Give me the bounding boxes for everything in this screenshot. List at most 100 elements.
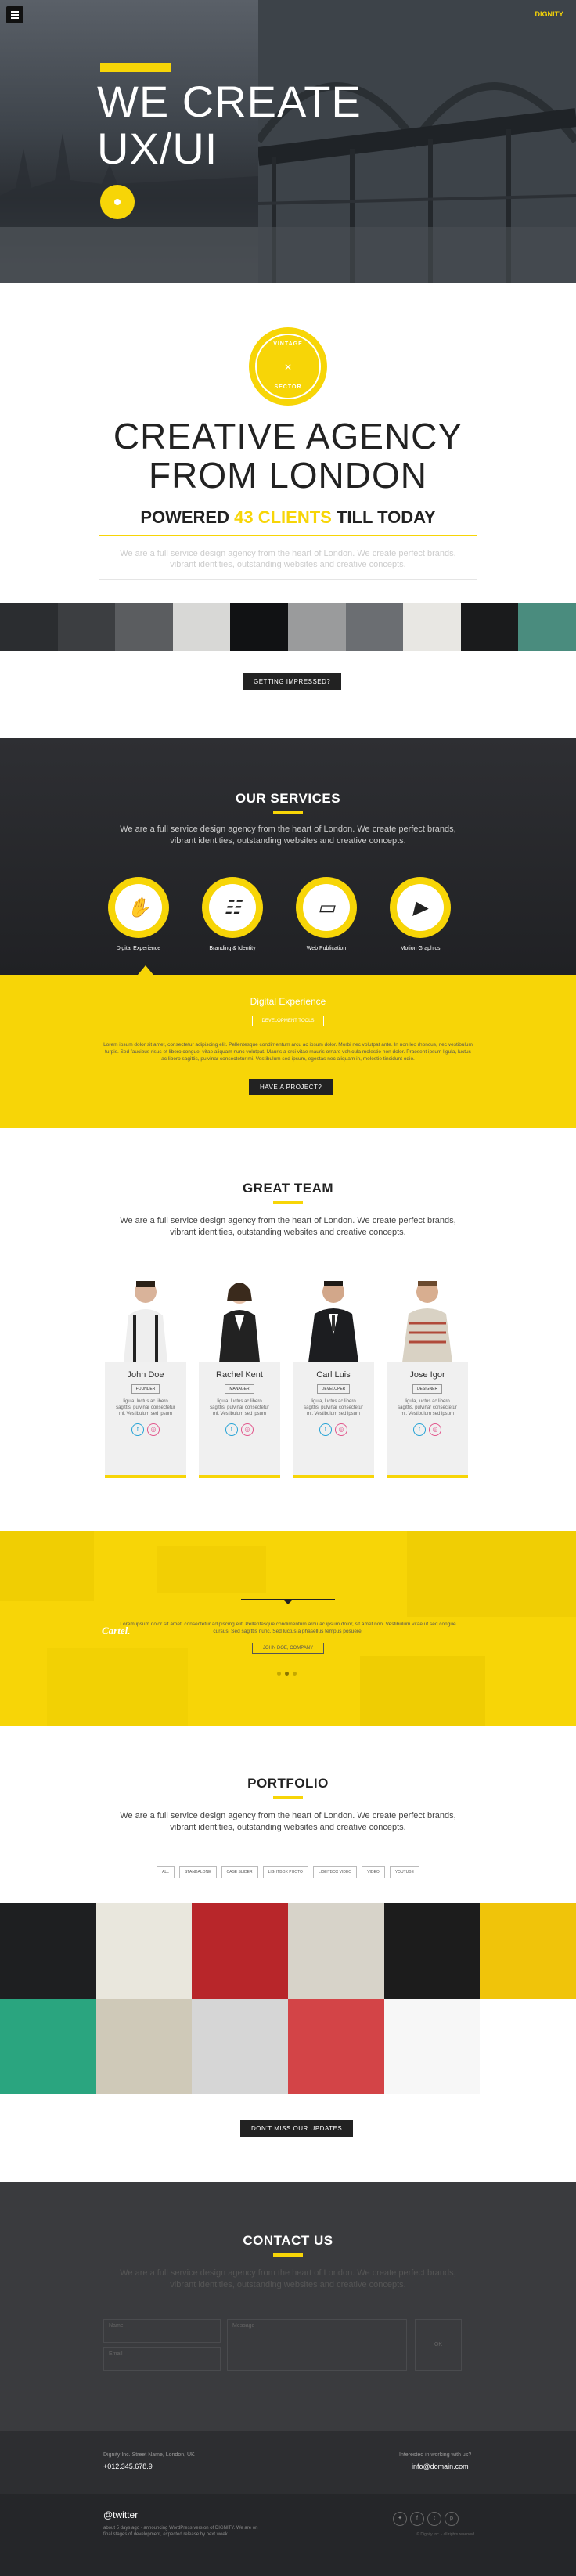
team-title: GREAT TEAM [242,1181,334,1196]
member-photo [387,1268,468,1362]
member-photo [105,1268,186,1362]
active-service-pointer [138,965,153,975]
facebook-icon[interactable]: f [410,2512,424,2526]
dribbble-icon[interactable]: ◎ [241,1423,254,1436]
twitter-handle[interactable]: @twitter [103,2509,138,2520]
powered-tagline: POWERED 43 CLIENTS TILL TODAY [0,507,576,528]
portfolio-item[interactable] [192,1999,288,2094]
strip-image-tile [345,603,404,651]
copyright: © Dignity Inc. · all rights reserved [416,2532,474,2537]
message-field[interactable]: Message [227,2319,407,2371]
portfolio-item[interactable] [383,1999,481,2094]
portfolio-title: PORTFOLIO [247,1776,329,1791]
filter-video[interactable]: VIDEO [362,1866,385,1878]
filter-lightbox-video[interactable]: LIGHTBOX VIDEO [312,1866,358,1878]
email-field[interactable]: Email [103,2347,221,2371]
services-description: We are a full service design agency from… [120,824,456,846]
contact-description: We are a full service design agency from… [120,2268,456,2289]
testimonial-author-button[interactable]: JOHN DOE, COMPANY [252,1643,324,1654]
member-role: FOUNDER [131,1384,160,1394]
agency-title-line1: CREATIVE AGENCY [113,416,463,456]
testimonial-pagination[interactable] [277,1672,297,1676]
twitter-icon[interactable]: t [131,1423,144,1436]
portfolio-filters: ALL STANDALONE CASE SLIDER LIGHTBOX PHOT… [0,1866,576,1878]
portfolio-item[interactable] [287,1999,384,2094]
portfolio-item[interactable] [95,1999,193,2094]
member-bio: ligula, luctus ac libero sagittis, pulvi… [398,1399,457,1416]
filter-all[interactable]: ALL [157,1866,175,1878]
seal-top-text: VINTAGE [273,341,303,347]
strip-image-tile [403,603,461,651]
portfolio-item[interactable] [383,1903,481,1999]
member-photo [199,1268,280,1362]
portfolio-item[interactable] [192,1903,288,1999]
portfolio-item[interactable] [287,1903,384,1999]
portfolio-item[interactable] [480,1903,576,1999]
portfolio-item[interactable] [95,1903,193,1999]
title-underline [273,811,303,814]
portfolio-item[interactable] [0,1903,96,1999]
scroll-down-button[interactable] [100,185,135,219]
clients-count: 43 CLIENTS [234,507,332,527]
footer-bottom [0,2494,576,2576]
strip-image-tile [57,603,116,651]
filter-case-slider[interactable]: CASE SLIDER [221,1866,258,1878]
name-field[interactable]: Name [103,2319,221,2343]
strip-image-tile [518,603,576,651]
strip-image-tile [287,603,346,651]
member-bio: ligula, luctus ac libero sagittis, pulvi… [116,1399,175,1416]
pinterest-icon[interactable]: p [445,2512,459,2526]
service-digital-experience[interactable]: ✋ Digital Experience [105,877,172,951]
service-label: Branding & Identity [209,946,256,951]
pagination-dot[interactable] [285,1672,289,1676]
quote-notch [283,1599,293,1604]
submit-button[interactable]: OK [415,2319,462,2371]
strip-image-tile [115,603,173,651]
agency-description: We are a full service design agency from… [120,549,456,569]
pagination-dot[interactable] [277,1672,281,1676]
contact-heading: CONTACT US [0,2233,576,2257]
hero-badge [100,63,171,72]
twitter-icon[interactable]: t [427,2512,441,2526]
pagination-dot[interactable] [293,1672,297,1676]
menu-button[interactable] [6,6,23,23]
dribbble-icon[interactable]: ◎ [335,1423,347,1436]
twitter-icon[interactable]: t [225,1423,238,1436]
clapperboard-icon: ▶ [397,884,444,931]
brand-logo[interactable]: DIGNITY [535,10,563,18]
powered-prefix: POWERED [140,507,229,527]
hero-title-line1: WE CREATE [97,77,362,126]
getting-impressed-button[interactable]: GETTING IMPRESSED? [243,673,342,690]
service-branding-identity[interactable]: ☷ Branding & Identity [199,877,266,951]
menu-icon [11,11,19,13]
have-a-project-button[interactable]: HAVE A PROJECT? [249,1079,333,1095]
twitter-icon[interactable]: t [413,1423,426,1436]
team-member-card: John Doe FOUNDER ligula, luctus ac liber… [105,1268,186,1478]
member-photo [293,1268,374,1362]
updates-button[interactable]: DON'T MISS OUR UPDATES [240,2120,354,2137]
service-detail-text: Lorem ipsum dolor sit amet, consectetur … [103,1042,473,1062]
footer-email[interactable]: info@domain.com [412,2462,469,2470]
service-motion-graphics[interactable]: ▶ Motion Graphics [387,877,454,951]
filter-lightbox-photo[interactable]: LIGHTBOX PHOTO [262,1866,308,1878]
strip-image-tile [230,603,288,651]
strip-image-tile [0,603,58,651]
portfolio-item[interactable] [480,1999,576,2094]
member-name: Carl Luis [316,1370,351,1380]
dribbble-icon[interactable]: ◎ [147,1423,160,1436]
seal-bottom-text: SECTOR [274,384,302,390]
title-underline [273,2253,303,2257]
team-member-card: Carl Luis DEVELOPER ligula, luctus ac li… [293,1268,374,1478]
development-tools-button[interactable]: DEVELOPMENT TOOLS [252,1016,324,1026]
portfolio-description: We are a full service design agency from… [120,1811,456,1832]
instagram-icon[interactable]: ✦ [393,2512,407,2526]
dribbble-icon[interactable]: ◎ [429,1423,441,1436]
twitter-icon[interactable]: t [319,1423,332,1436]
powered-suffix: TILL TODAY [336,507,436,527]
filter-standalone[interactable]: STANDALONE [178,1866,217,1878]
service-web-publication[interactable]: ▭ Web Publication [293,877,360,951]
filter-youtube[interactable]: YOUTUBE [389,1866,419,1878]
member-name: John Doe [127,1370,164,1380]
portfolio-item[interactable] [0,1999,96,2094]
vintage-seal-logo: VINTAGE ✕ SECTOR [249,327,327,406]
